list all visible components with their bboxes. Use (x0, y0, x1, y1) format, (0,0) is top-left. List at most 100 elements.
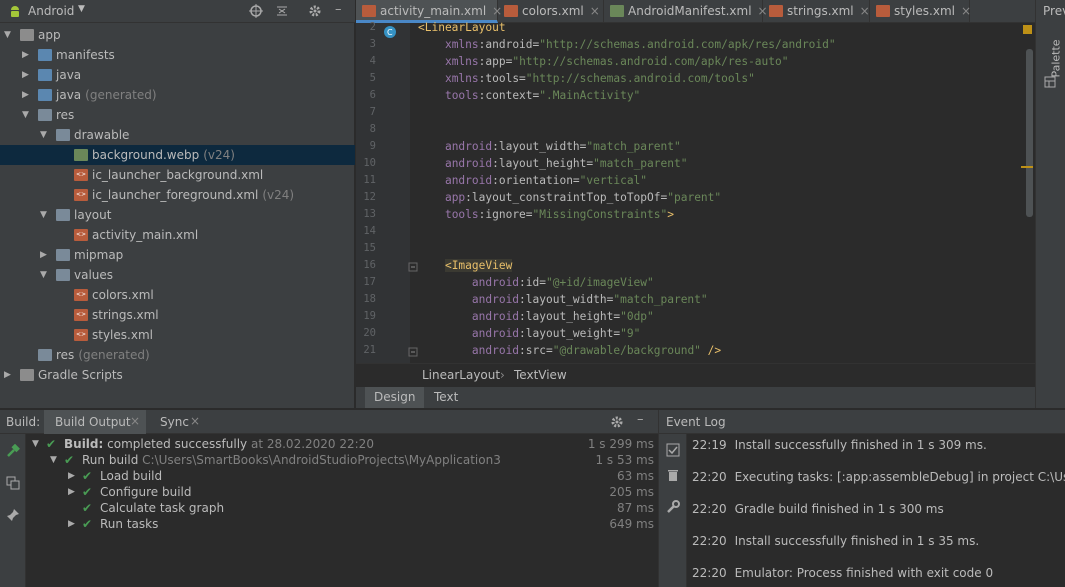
tree-item-res-generated[interactable]: res (generated) (0, 345, 355, 365)
chevron-down-icon[interactable]: ▼ (40, 205, 47, 225)
code-line: android:layout_height="match_parent" (418, 155, 688, 172)
minimize-icon[interactable]: – (335, 2, 342, 17)
tree-item-mipmap[interactable]: ▶ mipmap (0, 245, 355, 265)
warning-marker[interactable] (1023, 25, 1032, 34)
chevron-right-icon[interactable]: ▶ (68, 516, 75, 532)
hammer-icon[interactable] (6, 444, 20, 458)
tab-androidmanifest-xml[interactable]: AndroidManifest.xml × (604, 0, 768, 23)
close-icon[interactable]: × (590, 4, 600, 18)
tree-item-manifests[interactable]: ▶ manifests (0, 45, 355, 65)
build-status-row[interactable]: ▼ ✔ Build: completed successfully at 28.02… (30, 436, 658, 452)
event-log-title: Event Log (666, 415, 726, 429)
manifest-icon (610, 5, 624, 17)
tab-sync[interactable]: Sync (160, 415, 189, 429)
code-token: "vertical" (579, 174, 648, 187)
event-log-entry[interactable]: 22:20 Gradle build finished in 1 s 300 ms (692, 500, 1065, 518)
gear-icon[interactable] (610, 415, 624, 429)
toggle-view-icon[interactable] (6, 476, 20, 490)
tree-item-ic-launcher-background[interactable]: <> ic_launcher_background.xml (0, 165, 355, 185)
gear-icon[interactable] (308, 4, 322, 18)
event-log-entry[interactable]: 22:20 Emulator: Process finished with exi… (692, 564, 1065, 582)
fold-icon[interactable] (408, 262, 418, 272)
tree-item-activity-main[interactable]: <> activity_main.xml (0, 225, 355, 245)
tab-text[interactable]: Text (425, 387, 467, 408)
tree-item-java[interactable]: ▶ java (0, 65, 355, 85)
chevron-down-icon[interactable]: ▼ (22, 105, 29, 125)
tab-styles-xml[interactable]: styles.xml × (870, 0, 971, 23)
chevron-down-icon[interactable]: ▼ (32, 436, 39, 452)
configure-build-row[interactable]: ▶ ✔ Configure build 205 ms (30, 484, 658, 500)
editor-scrollbar[interactable] (1026, 49, 1033, 217)
run-tasks-row[interactable]: ▶ ✔ Run tasks 649 ms (30, 516, 658, 532)
tree-item-ic-launcher-foreground[interactable]: <> ic_launcher_foreground.xml (v24) (0, 185, 355, 205)
tree-item-drawable[interactable]: ▼ drawable (0, 125, 355, 145)
code-line: android:layout_height="0dp" (418, 308, 654, 325)
trash-icon[interactable] (666, 468, 680, 482)
fold-icon[interactable] (408, 347, 418, 357)
tab-colors-xml[interactable]: colors.xml × (498, 0, 604, 23)
error-stripe-mark[interactable] (1021, 166, 1033, 168)
tree-item-java-generated[interactable]: ▶ java (generated) (0, 85, 355, 105)
collapse-all-icon[interactable] (275, 4, 289, 18)
tree-item-strings[interactable]: <> strings.xml (0, 305, 355, 325)
checkmark-icon: ✔ (82, 469, 93, 483)
chevron-down-icon[interactable]: ▼ (78, 4, 85, 14)
breadcrumb-linearlayout[interactable]: LinearLayout (422, 368, 500, 382)
code-editor[interactable]: C 2 3 4 5 6 7 8 9 10 11 12 13 14 15 16 17 18 19 20 21 <Line… (356, 21, 1035, 363)
load-build-row[interactable]: ▶ ✔ Load build 63 ms (30, 468, 658, 484)
event-log-entry[interactable]: 22:20 Executing tasks: [:app:assembleDebu… (692, 468, 1065, 486)
preview-tool-label[interactable]: Prev (1043, 4, 1065, 18)
chevron-down-icon[interactable]: ▼ (50, 452, 57, 468)
chevron-right-icon[interactable]: ▶ (22, 65, 29, 85)
calculate-task-graph-row[interactable]: ✔ Calculate task graph 87 ms (30, 500, 658, 516)
line-number: 13 (363, 208, 376, 220)
checkmark-icon: ✔ (46, 437, 57, 451)
tree-item-app[interactable]: ▼ app (0, 25, 355, 45)
chevron-right-icon[interactable]: ▶ (22, 45, 29, 65)
tree-item-values[interactable]: ▼ values (0, 265, 355, 285)
close-icon[interactable]: × (130, 414, 140, 428)
event-log-entry[interactable]: 22:19 Install successfully finished in 1 … (692, 436, 1065, 454)
build-toolbar (0, 434, 26, 587)
minimize-icon[interactable]: – (637, 412, 644, 427)
run-build-row[interactable]: ▼ ✔ Run build C:\Users\SmartBooks\AndroidS… (30, 452, 658, 468)
tree-item-background-webp[interactable]: background.webp (v24) (0, 145, 355, 165)
close-icon[interactable]: × (860, 4, 870, 18)
chevron-right-icon[interactable]: ▶ (68, 468, 75, 484)
tree-item-suffix: (generated) (85, 88, 157, 102)
tree-item-layout[interactable]: ▼ layout (0, 205, 355, 225)
tree-item-label: activity_main.xml (92, 225, 202, 245)
tab-design[interactable]: Design (365, 387, 425, 408)
chevron-down-icon[interactable]: ▼ (40, 125, 47, 145)
crosshair-icon[interactable] (249, 4, 263, 18)
palette-tool-label[interactable]: Palette (1050, 39, 1063, 77)
tree-item-gradle-scripts[interactable]: ▶ Gradle Scripts (0, 365, 355, 385)
pin-icon[interactable] (6, 508, 20, 522)
chevron-down-icon[interactable]: ▼ (40, 265, 47, 285)
chevron-right-icon[interactable]: ▶ (40, 245, 47, 265)
breadcrumb-textview[interactable]: TextView (514, 368, 567, 382)
chevron-right-icon[interactable]: ▶ (22, 85, 29, 105)
event-message: Install successfully finished in 1 s 35 … (734, 534, 980, 548)
wrench-icon[interactable] (666, 500, 680, 514)
chevron-down-icon[interactable]: ▼ (4, 25, 11, 45)
tab-label: AndroidManifest.xml (628, 4, 752, 18)
chevron-right-icon[interactable]: ▶ (68, 484, 75, 500)
palette-icon[interactable] (1044, 76, 1056, 88)
event-log-entry[interactable]: 22:20 Install successfully finished in 1 … (692, 532, 1065, 550)
project-view-selector[interactable]: Android (28, 4, 74, 18)
close-icon[interactable]: × (190, 414, 200, 428)
tree-item-colors[interactable]: <> colors.xml (0, 285, 355, 305)
tree-item-styles[interactable]: <> styles.xml (0, 325, 355, 345)
folder-icon (56, 269, 70, 281)
tab-strings-xml[interactable]: strings.xml × (763, 0, 870, 23)
chevron-right-icon[interactable]: ▶ (4, 365, 11, 385)
tree-item-name: java (56, 88, 82, 102)
mark-read-icon[interactable] (666, 443, 680, 457)
close-icon[interactable]: × (961, 4, 971, 18)
tree-item-res[interactable]: ▼ res (0, 105, 355, 125)
tab-build-output[interactable]: Build Output (55, 415, 131, 429)
